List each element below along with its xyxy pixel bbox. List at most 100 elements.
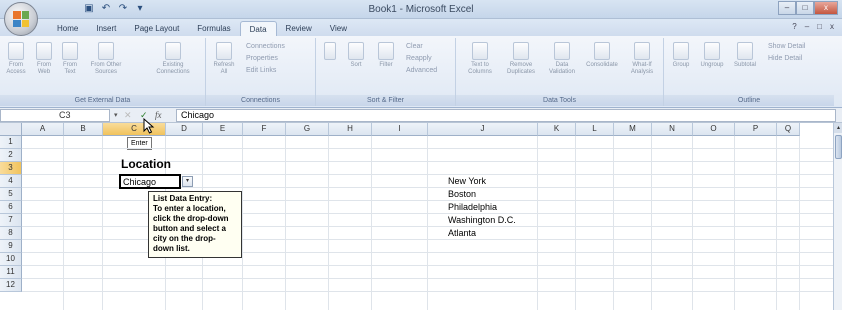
row-header-7[interactable]: 7 [0,214,22,227]
office-button[interactable] [4,2,38,36]
city-cell[interactable]: Atlanta [448,228,476,238]
gridline-vertical [613,136,614,310]
row-header-4[interactable]: 4 [0,175,22,188]
filter-button[interactable]: Filter [374,42,398,69]
properties-button[interactable]: Properties [246,54,278,63]
worksheet-grid[interactable]: ABCDEFGHIJKLMNOPQ 1 2 3 4 5 6 7 8 9 10 11 12 Locati… [0,123,842,310]
from-web-button[interactable]: From Web [32,42,56,76]
tab-page-layout[interactable]: Page Layout [125,21,188,36]
group-button[interactable]: Group [668,42,694,69]
gridline-horizontal [22,265,842,266]
column-header-f[interactable]: F [243,123,286,136]
column-header-k[interactable]: K [538,123,576,136]
row-header-10[interactable]: 10 [0,253,22,266]
help-icon[interactable]: ? [792,22,796,31]
column-header-m[interactable]: M [614,123,652,136]
data-validation-button[interactable]: Data Validation [544,42,580,76]
row-header-12[interactable]: 12 [0,279,22,292]
clear-button[interactable]: Clear [406,42,423,51]
select-all-corner[interactable] [0,123,22,136]
gridline-horizontal [22,291,842,292]
workbook-restore-button[interactable]: □ [817,22,822,31]
active-cell-c3[interactable]: Chicago [119,174,181,189]
name-box[interactable]: C3 [0,109,110,122]
column-header-q[interactable]: Q [777,123,800,136]
column-header-b[interactable]: B [64,123,103,136]
tab-review[interactable]: Review [277,21,321,36]
from-access-button[interactable]: From Access [4,42,28,76]
city-cell[interactable]: Philadelphia [448,202,497,212]
column-header-d[interactable]: D [166,123,203,136]
window-title: Book1 - Microsoft Excel [368,4,474,15]
row-header-9[interactable]: 9 [0,240,22,253]
city-cell[interactable]: New York [448,176,486,186]
scroll-thumb[interactable] [835,135,842,159]
column-header-j[interactable]: J [428,123,538,136]
group-sort-filter: Sort Filter Clear Reapply Advanced Sort … [316,38,456,106]
name-box-dropdown-icon[interactable]: ▾ [114,109,118,122]
close-button[interactable]: x [814,1,838,15]
column-header-a[interactable]: A [22,123,64,136]
refresh-all-button[interactable]: Refresh All [210,42,238,76]
scroll-up-icon[interactable]: ▴ [834,123,842,133]
column-header-h[interactable]: H [329,123,372,136]
row-header-8[interactable]: 8 [0,227,22,240]
reapply-button[interactable]: Reapply [406,54,432,63]
tab-view[interactable]: View [321,21,356,36]
maximize-button[interactable]: □ [796,1,814,15]
column-header-e[interactable]: E [203,123,243,136]
city-cell[interactable]: Boston [448,189,476,199]
workbook-close-button[interactable]: x [830,22,834,31]
row-header-1[interactable]: 1 [0,136,22,149]
column-header-l[interactable]: L [576,123,614,136]
cancel-icon[interactable]: ✕ [124,109,132,122]
gridline-vertical [328,136,329,310]
ribbon-tabs: Home Insert Page Layout Formulas Data Re… [0,19,842,36]
existing-connections-button[interactable]: Existing Connections [150,42,196,76]
column-header-c[interactable]: C [103,123,166,136]
column-header-i[interactable]: I [372,123,428,136]
column-header-p[interactable]: P [735,123,777,136]
input-message-line: city on the drop- [153,234,216,243]
row-header-3[interactable]: 3 [0,162,22,175]
gridline-horizontal [22,226,842,227]
hide-detail-button[interactable]: Hide Detail [768,54,802,63]
tab-data[interactable]: Data [239,21,277,36]
row-header-5[interactable]: 5 [0,188,22,201]
input-message-line: down list. [153,244,190,253]
edit-links-button[interactable]: Edit Links [246,66,276,75]
vertical-scrollbar[interactable]: ▴ [833,123,842,310]
row-header-11[interactable]: 11 [0,266,22,279]
minimize-button[interactable]: – [778,1,796,15]
column-header-o[interactable]: O [693,123,735,136]
gridline-horizontal [22,252,842,253]
tab-formulas[interactable]: Formulas [188,21,239,36]
row-header-2[interactable]: 2 [0,149,22,162]
sort-az-icon[interactable] [320,42,340,62]
insert-function-icon[interactable]: fx [155,109,162,122]
tab-home[interactable]: Home [48,21,87,36]
gridline-vertical [776,136,777,310]
city-cell[interactable]: Washington D.C. [448,215,516,225]
row-header-6[interactable]: 6 [0,201,22,214]
show-detail-button[interactable]: Show Detail [768,42,805,51]
text-to-columns-button[interactable]: Text to Columns [462,42,498,76]
from-other-sources-button[interactable]: From Other Sources [84,42,128,76]
column-header-g[interactable]: G [286,123,329,136]
sort-button[interactable]: Sort [344,42,368,69]
what-if-analysis-button[interactable]: What-If Analysis [624,42,660,76]
workbook-minimize-button[interactable]: – [805,22,809,31]
remove-duplicates-button[interactable]: Remove Duplicates [502,42,540,76]
advanced-button[interactable]: Advanced [406,66,437,75]
column-header-n[interactable]: N [652,123,693,136]
gridline-horizontal [22,239,842,240]
validation-dropdown-icon[interactable]: ▾ [182,176,193,187]
formula-input[interactable]: Chicago [176,109,836,122]
connections-button[interactable]: Connections [246,42,285,51]
subtotal-button[interactable]: Subtotal [730,42,760,69]
consolidate-button[interactable]: Consolidate [584,42,620,69]
ungroup-button[interactable]: Ungroup [698,42,726,69]
from-text-button[interactable]: From Text [58,42,82,76]
gridline-vertical [371,136,372,310]
tab-insert[interactable]: Insert [87,21,125,36]
